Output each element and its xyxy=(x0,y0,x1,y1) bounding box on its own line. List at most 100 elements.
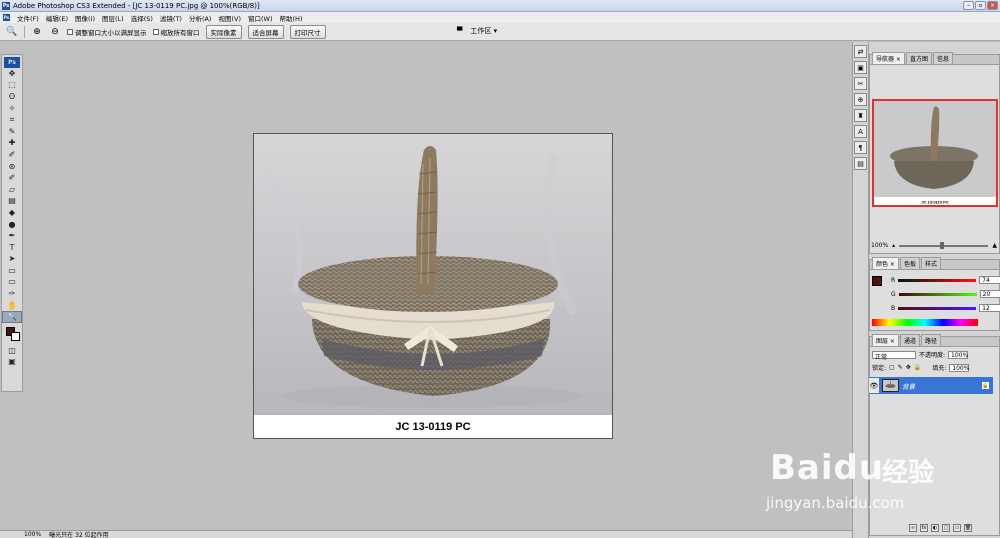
actions-dock-icon[interactable]: ▤ xyxy=(854,157,867,170)
checkbox-box[interactable] xyxy=(67,28,73,35)
lasso-tool-icon[interactable]: ʘ xyxy=(2,91,22,103)
pen-tool-icon[interactable]: ✒ xyxy=(2,230,22,242)
menu-view[interactable]: 视图(V) xyxy=(218,13,241,23)
eyedropper-tool-icon[interactable]: ✑ xyxy=(2,288,22,300)
menu-layer[interactable]: 图层(L) xyxy=(102,13,124,23)
quick-mask-icon[interactable]: ◫ xyxy=(2,345,22,357)
opacity-input[interactable]: 100% xyxy=(948,350,968,359)
blue-slider[interactable] xyxy=(898,306,977,310)
type-tool-icon[interactable]: T xyxy=(2,242,22,254)
print-size-button[interactable]: 打印尺寸 xyxy=(289,24,326,39)
tools-dock-icon[interactable]: ✂ xyxy=(854,77,867,90)
marquee-tool-icon[interactable]: ⬚ xyxy=(2,80,22,92)
dodge-tool-icon[interactable]: ● xyxy=(2,219,22,231)
tab-paths[interactable]: 路径 xyxy=(920,334,941,346)
lock-all-icon[interactable]: 🔒 xyxy=(914,364,921,371)
layer-mask-icon[interactable]: ▢ xyxy=(942,524,950,532)
tab-color[interactable]: 颜色 × xyxy=(872,257,899,269)
tab-layers[interactable]: 图层 × xyxy=(872,334,899,346)
crop-tool-icon[interactable]: ⌗ xyxy=(2,114,22,126)
healing-tool-icon[interactable]: ✚ xyxy=(2,138,22,150)
color-panel-foreground-swatch[interactable] xyxy=(872,276,882,286)
red-slider[interactable] xyxy=(898,278,977,282)
delete-layer-icon[interactable]: 🗑 xyxy=(964,524,972,532)
tab-histogram[interactable]: 直方图 xyxy=(905,52,932,64)
tab-channels[interactable]: 通道 xyxy=(899,334,920,346)
menu-edit[interactable]: 编辑(E) xyxy=(46,13,68,23)
stamp-tool-icon[interactable]: ⊛ xyxy=(2,161,22,173)
layer-style-icon[interactable]: fx xyxy=(920,524,928,532)
link-layers-icon[interactable]: ∞ xyxy=(909,524,917,532)
tab-info[interactable]: 信息 xyxy=(932,52,953,64)
notes-tool-icon[interactable]: ▭ xyxy=(2,277,22,289)
layer-row-background[interactable]: 👁 背景 🔒 xyxy=(869,377,993,394)
zoom-tool-icon[interactable]: 🔍 xyxy=(2,311,22,324)
path-select-tool-icon[interactable]: ➤ xyxy=(2,254,22,266)
move-tool-icon[interactable]: ✥ xyxy=(2,68,22,80)
screen-mode-icon[interactable]: ▣ xyxy=(2,357,22,369)
restore-button[interactable]: ▫ xyxy=(975,1,986,10)
layer-name[interactable]: 背景 xyxy=(902,381,979,391)
navigator-zoom-slider[interactable] xyxy=(899,241,989,249)
status-zoom[interactable]: 100% xyxy=(24,531,41,538)
clone-dock-icon[interactable]: ⊕ xyxy=(854,93,867,106)
tab-navigator[interactable]: 导航器 × xyxy=(872,52,905,64)
hand-tool-icon[interactable]: ✋ xyxy=(2,300,22,312)
red-value-input[interactable]: 74 xyxy=(979,276,1000,284)
shape-tool-icon[interactable]: ▭ xyxy=(2,265,22,277)
blue-value-input[interactable]: 12 xyxy=(979,304,1000,312)
palette-well-icon[interactable]: ▀ xyxy=(457,27,462,35)
navigator-zoom-value[interactable]: 100% xyxy=(871,242,888,249)
menu-filter[interactable]: 滤镜(T) xyxy=(160,13,182,23)
new-layer-icon[interactable]: ▭ xyxy=(953,524,961,532)
menu-window[interactable]: 窗口(W) xyxy=(248,13,273,23)
document-canvas[interactable]: JC 13-0119 PC xyxy=(253,133,613,439)
zoom-out-mountain-icon[interactable]: ▴ xyxy=(892,242,895,249)
zoom-in-mountain-icon[interactable]: ▲ xyxy=(992,242,997,249)
ps-menu-icon[interactable]: Ps xyxy=(3,14,10,21)
lock-move-icon[interactable]: ✥ xyxy=(906,364,911,371)
adjustment-layer-icon[interactable]: ◐ xyxy=(931,524,939,532)
lock-brush-icon[interactable]: ✎ xyxy=(898,364,903,371)
ps-logo[interactable]: Ps xyxy=(4,57,20,68)
blend-mode-select[interactable]: 正常 xyxy=(872,350,916,361)
workspace-menu[interactable]: 工作区 ▾ xyxy=(470,26,497,36)
paragraph-dock-icon[interactable]: ¶ xyxy=(854,141,867,154)
navigator-dock-icon[interactable]: ⇄ xyxy=(854,45,867,58)
green-value-input[interactable]: 20 xyxy=(979,290,1000,298)
tab-swatches[interactable]: 色板 xyxy=(899,257,920,269)
slider-knob[interactable] xyxy=(940,241,945,249)
character-dock-icon[interactable]: A xyxy=(854,125,867,138)
zoom-in-icon[interactable]: ⊕ xyxy=(31,26,43,38)
zoom-tool-preset-icon[interactable]: 🔍 xyxy=(6,26,18,38)
menu-select[interactable]: 选择(S) xyxy=(131,13,153,23)
histogram-dock-icon[interactable]: ▣ xyxy=(854,61,867,74)
checkbox-box[interactable] xyxy=(152,28,159,35)
eraser-tool-icon[interactable]: ▱ xyxy=(2,184,22,196)
layers-dock-icon[interactable]: ♜ xyxy=(854,109,867,122)
color-spectrum-bar[interactable] xyxy=(872,319,978,326)
zoom-all-windows-checkbox[interactable]: 缩放所有窗口 xyxy=(152,27,200,37)
brush-tool-icon[interactable]: ✐ xyxy=(2,149,22,161)
close-button[interactable]: × xyxy=(987,1,998,10)
gradient-tool-icon[interactable]: ▤ xyxy=(2,196,22,208)
magic-wand-tool-icon[interactable]: ✧ xyxy=(2,103,22,115)
menu-image[interactable]: 图像(I) xyxy=(75,13,95,23)
minimize-button[interactable]: – xyxy=(963,1,974,10)
tab-styles[interactable]: 样式 xyxy=(920,257,941,269)
lock-transparency-icon[interactable]: ▢ xyxy=(889,364,895,371)
menu-help[interactable]: 帮助(H) xyxy=(280,13,303,23)
zoom-out-icon[interactable]: ⊖ xyxy=(49,26,61,38)
actual-pixels-button[interactable]: 实际像素 xyxy=(205,24,242,39)
history-brush-tool-icon[interactable]: ✐ xyxy=(2,172,22,184)
fit-screen-button[interactable]: 适合屏幕 xyxy=(247,24,284,39)
navigator-thumbnail[interactable]: JC 13-0119 PC xyxy=(872,99,998,207)
green-slider[interactable] xyxy=(898,292,977,296)
blur-tool-icon[interactable]: ◆ xyxy=(2,207,22,219)
eye-icon[interactable]: 👁 xyxy=(869,378,879,393)
resize-windows-checkbox[interactable]: 调整窗口大小以满屏显示 xyxy=(67,27,147,37)
background-color-swatch[interactable] xyxy=(11,332,20,342)
fill-input[interactable]: 100% xyxy=(949,363,969,372)
slice-tool-icon[interactable]: ✎ xyxy=(2,126,22,138)
menu-file[interactable]: 文件(F) xyxy=(17,13,39,23)
